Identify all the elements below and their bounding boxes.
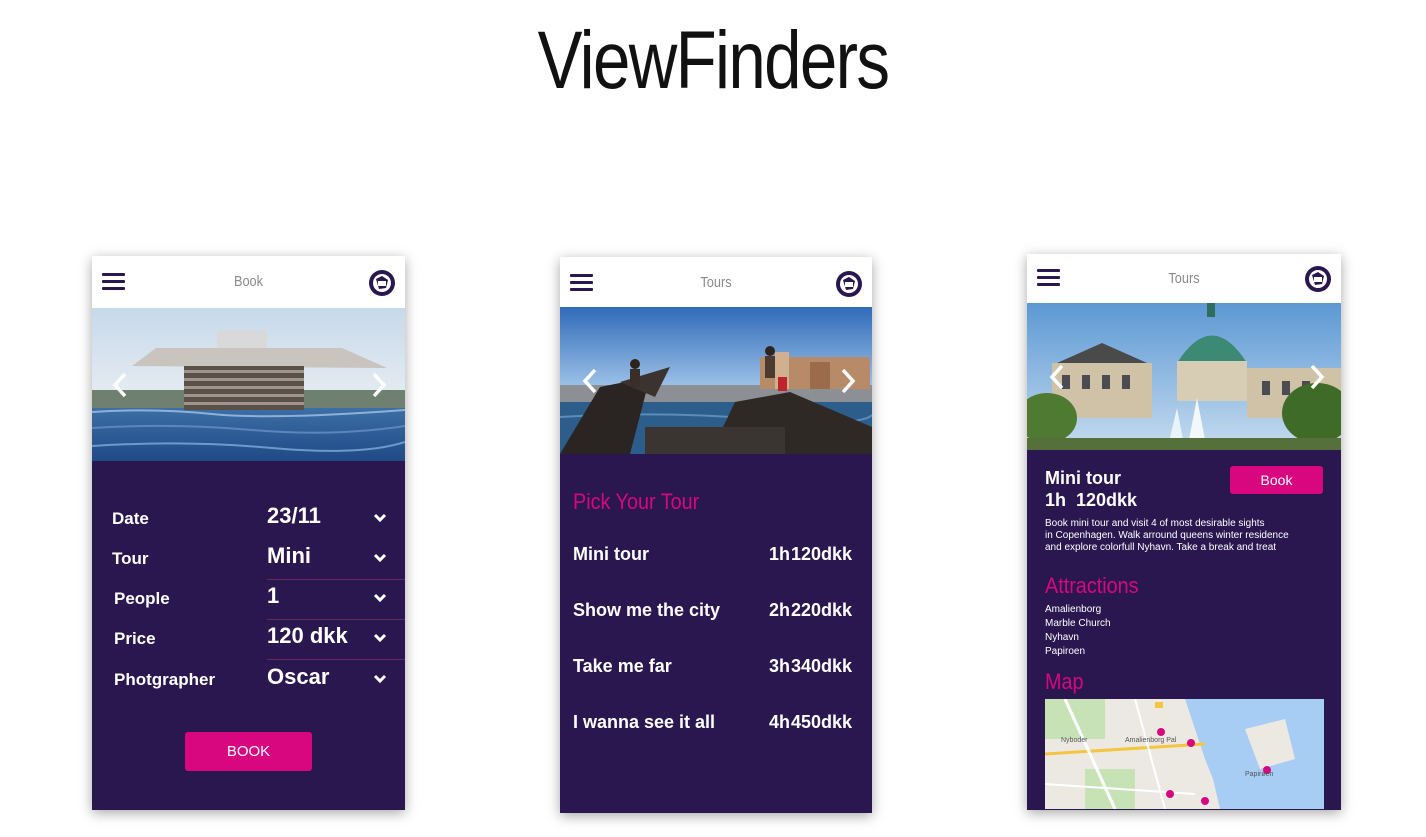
form-row-price[interactable]: Price 120 dkk — [92, 620, 405, 660]
form-label: Photgrapher — [114, 670, 216, 689]
tour-list-item[interactable]: Take me far 3h 340dkk — [573, 656, 852, 686]
tour-list-item[interactable]: Show me the city 2h 220dkk — [573, 600, 852, 630]
app-header: Book — [92, 256, 405, 308]
phone-tours-list-screen: Tours Pick Your Tour Mini tour 1h 120dkk… — [560, 257, 872, 813]
form-row-photographer[interactable]: Photgrapher Oscar — [92, 661, 405, 701]
chevron-down-icon[interactable] — [373, 513, 387, 523]
app-title: ViewFinders — [537, 15, 890, 106]
form-value: Oscar — [267, 664, 330, 689]
chevron-left-icon[interactable] — [1047, 363, 1067, 391]
divider — [267, 659, 405, 660]
section-title: Pick Your Tour — [573, 489, 700, 514]
chevron-down-icon[interactable] — [373, 674, 387, 684]
tour-duration: 1h — [769, 544, 791, 564]
form-row-date[interactable]: Date 23/11 — [92, 500, 405, 540]
globe-icon[interactable] — [834, 269, 864, 299]
form-label: Tour — [112, 549, 149, 568]
form-label: People — [114, 589, 170, 608]
phone-tour-detail-screen: Tours Mini tour 1h 120dkk Book Book mini… — [1027, 254, 1341, 810]
form-row-tour[interactable]: Tour Mini — [92, 540, 405, 580]
globe-icon[interactable] — [367, 268, 397, 298]
tour-duration: 3h — [769, 656, 791, 676]
tour-duration: 2h — [769, 600, 791, 620]
app-header: Tours — [560, 257, 872, 307]
hero-carousel[interactable] — [92, 308, 405, 461]
phone-book-screen: Book Date 23/11 Tour Mini People 1 Price… — [92, 256, 405, 810]
chevron-down-icon[interactable] — [373, 593, 387, 603]
form-value: 120 dkk — [267, 623, 348, 648]
header-title: Book — [233, 273, 264, 290]
tour-list-item[interactable]: Mini tour 1h 120dkk — [573, 544, 852, 574]
attraction-item: Nyhavn — [1045, 632, 1079, 643]
map-view[interactable]: Amalienborg Pal Nyboder Papirøen — [1045, 699, 1324, 809]
tour-name: Show me the city — [573, 600, 721, 620]
header-title: Tours — [700, 274, 732, 291]
tour-price: 220dkk — [790, 600, 852, 620]
attraction-item: Amalienborg — [1045, 604, 1102, 615]
chevron-left-icon[interactable] — [110, 371, 130, 399]
tour-name: Take me far — [573, 656, 672, 676]
form-value: 23/11 — [267, 503, 321, 528]
hero-carousel[interactable] — [560, 307, 872, 454]
tour-meta: 1h 120dkk — [1045, 490, 1138, 510]
form-row-people[interactable]: People 1 — [92, 580, 405, 620]
attraction-item: Marble Church — [1045, 618, 1111, 629]
harbour-sculpture-photo — [560, 307, 872, 454]
chevron-right-icon[interactable] — [838, 367, 858, 395]
map-heading: Map — [1045, 669, 1084, 694]
opera-house-photo — [92, 308, 405, 461]
attraction-item: Papiroen — [1045, 646, 1086, 657]
tour-name: I wanna see it all — [573, 712, 716, 732]
tour-price: 340dkk — [790, 656, 852, 676]
tour-price: 120dkk — [790, 544, 852, 564]
book-button[interactable]: BOOK — [185, 732, 312, 771]
chevron-left-icon[interactable] — [580, 367, 600, 395]
tour-duration: 4h — [769, 712, 791, 732]
map-label: Amalienborg Pal — [1125, 737, 1177, 744]
tour-name: Mini tour — [573, 544, 649, 564]
chevron-right-icon[interactable] — [369, 371, 389, 399]
tour-name: Mini tour — [1045, 468, 1121, 488]
tour-description-line: and explore colorfull Nyhavn. Take a bre… — [1045, 542, 1277, 553]
app-header: Tours — [1027, 254, 1341, 303]
tour-list-item[interactable]: I wanna see it all 4h 450dkk — [573, 712, 852, 742]
chevron-down-icon[interactable] — [373, 553, 387, 563]
form-value: 1 — [267, 583, 280, 608]
chevron-down-icon[interactable] — [373, 633, 387, 643]
book-button[interactable]: Book — [1230, 466, 1323, 494]
map-image — [1045, 699, 1324, 809]
globe-icon[interactable] — [1303, 264, 1333, 294]
map-label: Nyboder — [1061, 737, 1088, 744]
header-title: Tours — [1168, 270, 1200, 287]
form-label: Price — [114, 629, 156, 648]
attractions-heading: Attractions — [1045, 573, 1139, 598]
chevron-right-icon[interactable] — [1307, 363, 1327, 391]
marble-church-photo — [1027, 303, 1341, 450]
map-label: Papirøen — [1245, 771, 1274, 778]
tour-price: 450dkk — [790, 712, 852, 732]
form-label: Date — [112, 509, 149, 528]
form-value: Mini — [267, 543, 311, 568]
tour-description-line: in Copenhagen. Walk arround queens winte… — [1045, 530, 1289, 541]
hero-carousel[interactable] — [1027, 303, 1341, 450]
tour-description-line: Book mini tour and visit 4 of most desir… — [1045, 518, 1265, 529]
